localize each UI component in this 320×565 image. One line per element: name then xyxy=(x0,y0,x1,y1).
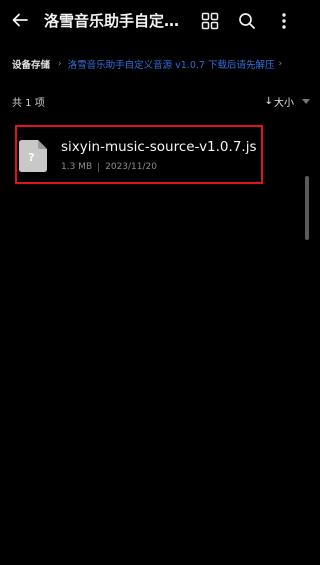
dropdown-caret-icon xyxy=(302,99,310,104)
meta-divider xyxy=(98,162,100,172)
grid-view-icon xyxy=(201,12,219,30)
search-button[interactable] xyxy=(236,10,258,32)
file-date: 2023/11/20 xyxy=(105,162,157,172)
list-header: 共 1 项 ↓ 大小 xyxy=(12,92,312,112)
breadcrumb: 设备存储 › 洛雪音乐助手自定义音源 v1.0.7 下载后请先解压 › xyxy=(12,54,312,74)
back-button[interactable] xyxy=(8,8,32,32)
sort-arrow-icon: ↓ xyxy=(264,96,273,107)
file-name: sixyin-music-source-v1.0.7.js xyxy=(61,139,257,155)
more-vertical-icon xyxy=(282,13,286,29)
search-icon xyxy=(239,13,255,29)
item-count: 共 1 项 xyxy=(12,98,45,109)
file-meta: 1.3 MB 2023/11/20 xyxy=(61,162,157,172)
chevron-right-icon: › xyxy=(58,59,62,69)
scrollbar[interactable] xyxy=(305,176,309,240)
breadcrumb-root[interactable]: 设备存储 xyxy=(12,57,50,71)
unknown-file-icon: ? xyxy=(19,140,47,172)
grid-view-button[interactable] xyxy=(199,10,221,32)
svg-text:?: ? xyxy=(28,151,34,164)
sort-label: 大小 xyxy=(274,98,294,109)
back-arrow-icon xyxy=(12,13,28,27)
sort-button[interactable]: ↓ 大小 xyxy=(265,94,310,109)
page-title: 洛雪音乐助手自定义音源 xyxy=(44,12,190,30)
file-list-item[interactable]: ? sixyin-music-source-v1.0.7.js 1.3 MB 2… xyxy=(15,125,263,184)
top-app-bar: 洛雪音乐助手自定义音源 xyxy=(0,0,320,44)
file-size: 1.3 MB xyxy=(61,162,93,172)
more-options-button[interactable] xyxy=(273,10,295,32)
breadcrumb-current[interactable]: 洛雪音乐助手自定义音源 v1.0.7 下载后请先解压 xyxy=(68,57,275,71)
chevron-right-icon: › xyxy=(278,59,283,69)
